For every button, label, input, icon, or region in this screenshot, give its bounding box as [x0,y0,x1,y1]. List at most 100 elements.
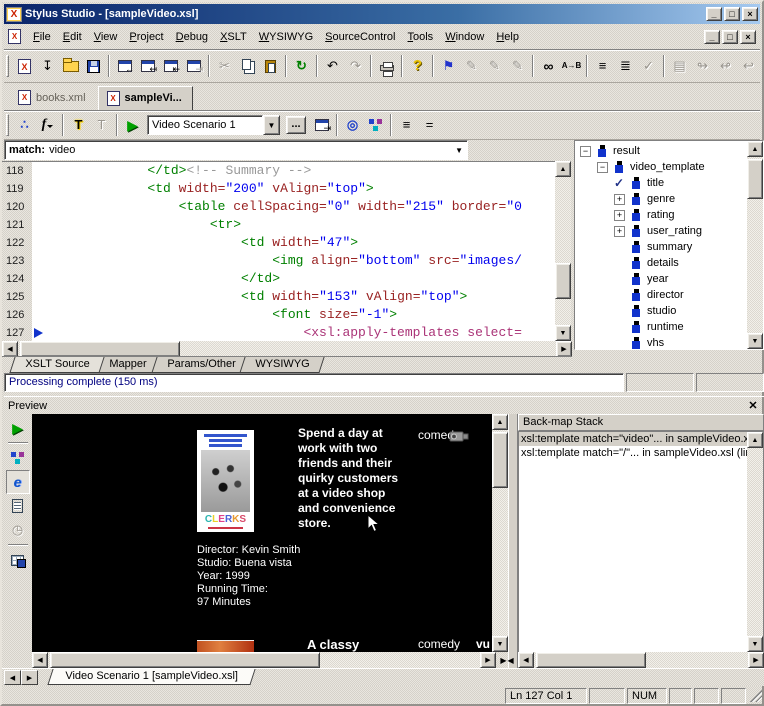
tree-node-rating[interactable]: +rating [575,207,747,223]
indent-button[interactable]: ≣ [614,55,637,77]
scenario-combobox[interactable]: Video Scenario 1 ▼ [147,115,280,135]
maximize-button[interactable]: □ [724,7,740,21]
menu-project[interactable]: Project [123,28,169,46]
backmap-stack-row[interactable]: xsl:template match="video"... in sampleV… [519,432,747,446]
expand-icon[interactable]: + [614,210,625,221]
tab-scroll-left-icon[interactable]: ◀ [4,670,21,685]
code-line[interactable]: 126 <font size="-1"> [2,306,555,324]
collapse-icon[interactable]: − [580,146,591,157]
scrollbar-track[interactable] [492,430,508,636]
menu-xslt[interactable]: XSLT [214,28,253,46]
split-right-icon[interactable]: ▶ [500,656,506,665]
tree-node-result[interactable]: −result [575,143,747,159]
tree-vertical-scrollbar[interactable]: ▲ ▼ [747,141,763,349]
code-line[interactable]: 119 <td width="200" vAlign="top"> [2,180,555,198]
next-movie-poster[interactable] [197,640,254,652]
match-bar[interactable]: match: video ▼ [4,140,468,160]
tab-xslt-source[interactable]: XSLT Source [9,357,105,373]
toolbar-grip[interactable] [6,114,9,136]
scrollbar-track[interactable] [48,652,480,668]
scroll-up-icon[interactable]: ▲ [555,161,571,177]
code-editor[interactable]: 118 </td><!-- Summary -->119 <td width="… [2,161,555,341]
scroll-down-icon[interactable]: ▼ [492,636,508,652]
preview-mapper-button[interactable] [6,446,30,470]
close-icon[interactable]: ✕ [746,399,760,412]
scrollbar-track[interactable] [747,157,763,333]
menu-tools[interactable]: Tools [402,28,440,46]
code-line[interactable]: 123 <img align="bottom" src="images/ [2,252,555,270]
scenario-tab[interactable]: Video Scenario 1 [sampleVideo.xsl] [47,669,255,685]
refresh-button[interactable]: ↻ [290,55,313,77]
open-in-window-button[interactable]: ⇥ [310,114,333,136]
tree-node-runtime[interactable]: runtime [575,319,747,335]
preview-run-button[interactable]: ▶ [6,416,30,440]
splitter-arrows[interactable]: ▶◀ [496,652,518,668]
collapse-icon[interactable]: − [597,162,608,173]
minimize-button[interactable]: _ [706,7,722,21]
whitespace-button[interactable]: = [418,114,441,136]
expand-icon[interactable]: + [614,226,625,237]
menu-window[interactable]: Window [439,28,490,46]
export-grid-button[interactable] [6,548,30,572]
code-line[interactable]: 125 <td width="153" vAlign="top"> [2,288,555,306]
save-button[interactable] [82,55,105,77]
scroll-up-icon[interactable]: ▲ [747,432,763,448]
tree-node-details[interactable]: details [575,255,747,271]
scroll-left-icon[interactable]: ◀ [2,341,18,357]
scrollbar-track[interactable] [18,341,556,357]
menu-help[interactable]: Help [490,28,525,46]
browse-scenario-button[interactable]: ... [286,116,306,134]
scroll-down-icon[interactable]: ▼ [747,636,763,652]
scrollbar-track[interactable] [747,448,763,636]
scroll-down-icon[interactable]: ▼ [555,325,571,341]
code-line[interactable]: 127 <xsl:apply-templates select= [2,324,555,341]
bookmark-button[interactable]: ⚑ [437,55,460,77]
editor-vertical-scrollbar[interactable]: ▲ ▼ [555,161,571,341]
tree-node-director[interactable]: director [575,287,747,303]
open-button[interactable] [59,55,82,77]
menu-debug[interactable]: Debug [170,28,214,46]
tab-scroll-right-icon[interactable]: ▶ [21,670,38,685]
scroll-up-icon[interactable]: ▲ [492,414,508,430]
print-button[interactable] [375,55,398,77]
preview-vertical-scrollbar[interactable]: ▲ ▼ [492,414,508,652]
scrollbar-thumb[interactable] [20,341,180,357]
scrollbar-track[interactable] [534,652,748,668]
tree-node-year[interactable]: year [575,271,747,287]
menu-edit[interactable]: Edit [57,28,88,46]
toolbar-grip[interactable] [6,55,9,77]
undo-button[interactable]: ↶ [321,55,344,77]
window-save-button[interactable]: ⇤ [159,55,182,77]
pane-splitter[interactable] [508,414,518,668]
preview-horizontal-scrollbar[interactable]: ◀ ▶ [32,652,496,668]
menu-view[interactable]: View [88,28,124,46]
resize-grip[interactable] [750,690,762,702]
scroll-right-icon[interactable]: ▶ [748,652,764,668]
tree-node-summary[interactable]: summary [575,239,747,255]
menu-wysiwyg[interactable]: WYSIWYG [253,28,319,46]
backmap-list[interactable]: xsl:template match="video"... in sampleV… [519,432,747,652]
tree-node-video_template[interactable]: −video_template [575,159,747,175]
browser-preview-button[interactable]: e [6,470,30,494]
scroll-right-icon[interactable]: ▶ [556,341,572,357]
scenario-selected-value[interactable]: Video Scenario 1 [147,115,263,135]
code-line[interactable]: 121 <tr> [2,216,555,234]
replace-button[interactable]: A→B [560,55,583,77]
scrollbar-thumb[interactable] [536,652,646,668]
scrollbar-thumb[interactable] [50,652,320,668]
preview-result-button[interactable]: ◎ [341,114,364,136]
expand-icon[interactable]: + [614,194,625,205]
import-button[interactable]: ↧ [36,55,59,77]
new-document-button[interactable]: X [13,55,36,77]
scrollbar-thumb[interactable] [555,263,571,299]
tree-node-title[interactable]: ✓title [575,175,747,191]
paste-button[interactable] [259,55,282,77]
tab-params-other[interactable]: Params/Other [151,357,251,373]
backmap-horizontal-scrollbar[interactable]: ◀ ▶ [518,652,764,668]
result-tree[interactable]: −result−video_template✓title+genre+ratin… [575,141,747,349]
menu-sourcecontrol[interactable]: SourceControl [319,28,401,46]
scroll-left-icon[interactable]: ◀ [518,652,534,668]
mapper-button[interactable] [364,114,387,136]
mdi-minimize-button[interactable]: _ [704,30,720,44]
window-copy-button[interactable]: ↤ [136,55,159,77]
